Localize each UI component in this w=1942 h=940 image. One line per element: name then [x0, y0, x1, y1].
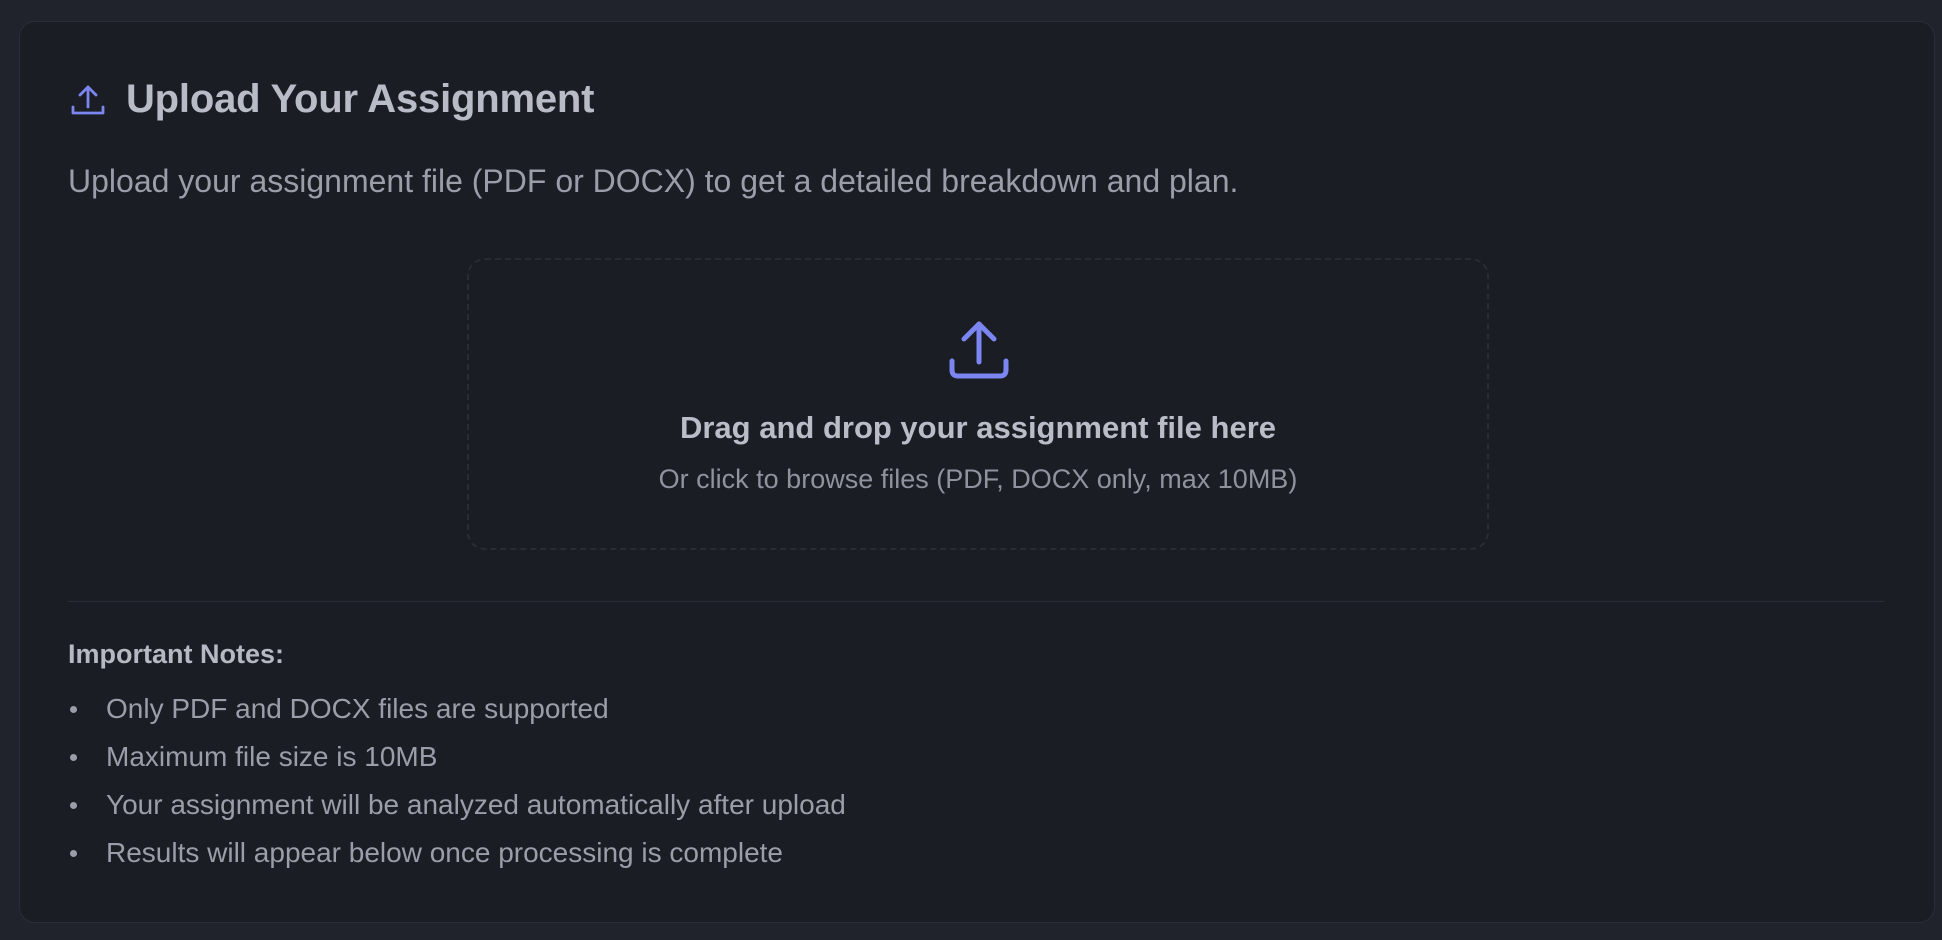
upload-icon [949, 321, 1009, 379]
bullet-icon [70, 802, 77, 809]
bullet-icon [70, 754, 77, 761]
bullet-icon [70, 850, 77, 857]
card-header: Upload Your Assignment [68, 77, 594, 122]
upload-icon [68, 80, 108, 120]
note-text: Only PDF and DOCX files are supported [106, 693, 609, 724]
note-text: Maximum file size is 10MB [106, 741, 438, 772]
notes-title: Important Notes: [68, 639, 284, 669]
upload-card: Upload Your Assignment Upload your assig… [19, 21, 1935, 923]
note-text: Results will appear below once processin… [106, 837, 784, 868]
list-item: Your assignment will be analyzed automat… [68, 788, 846, 836]
note-text: Your assignment will be analyzed automat… [106, 789, 846, 820]
notes-list: Only PDF and DOCX files are supported Ma… [68, 692, 846, 884]
list-item: Only PDF and DOCX files are supported [68, 692, 846, 740]
dropzone-title: Drag and drop your assignment file here [679, 410, 1276, 445]
section-divider [68, 601, 1884, 602]
file-dropzone[interactable]: Drag and drop your assignment file here … [467, 258, 1489, 550]
list-item: Maximum file size is 10MB [68, 740, 846, 788]
list-item: Results will appear below once processin… [68, 836, 846, 884]
page-description: Upload your assignment file (PDF or DOCX… [68, 163, 1239, 199]
bullet-icon [70, 706, 77, 713]
dropzone-subtitle: Or click to browse files (PDF, DOCX only… [658, 464, 1298, 494]
page-title: Upload Your Assignment [126, 77, 595, 121]
